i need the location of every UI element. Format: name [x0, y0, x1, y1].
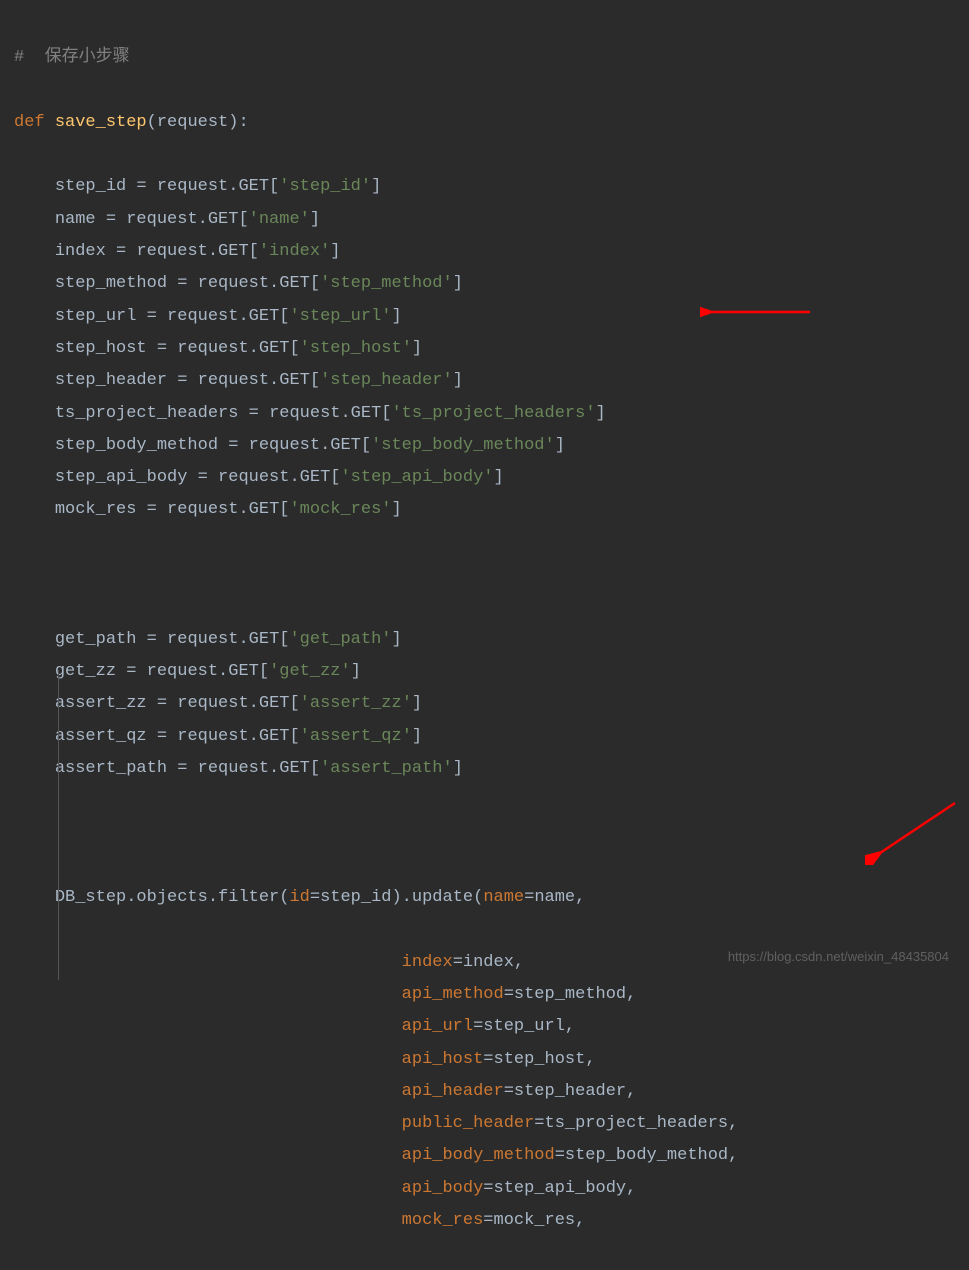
code-line-update-param: api_method=step_method,	[0, 979, 969, 1011]
code-line-update-param: mock_res=mock_res,	[0, 1205, 969, 1237]
code-editor[interactable]: # 保存小步骤 def save_step(request): step_id …	[0, 10, 969, 1270]
code-line-assignment: step_body_method = request.GET['step_bod…	[0, 430, 969, 462]
code-line-update-param: api_body_method=step_body_method,	[0, 1140, 969, 1172]
code-line-assignment: get_path = request.GET['get_path']	[0, 624, 969, 656]
code-line-assignment: assert_qz = request.GET['assert_qz']	[0, 721, 969, 753]
code-line-assignment: mock_res = request.GET['mock_res']	[0, 494, 969, 526]
code-line-assignment: index = request.GET['index']	[0, 236, 969, 268]
indent-guide	[58, 670, 59, 980]
code-line-assignment: ts_project_headers = request.GET['ts_pro…	[0, 398, 969, 430]
code-line-assignment: step_api_body = request.GET['step_api_bo…	[0, 462, 969, 494]
annotation-arrow-2	[865, 795, 965, 865]
code-line-comment: # 保存小步骤	[0, 42, 969, 74]
code-line-assignment: step_host = request.GET['step_host']	[0, 333, 969, 365]
code-line-blank	[0, 817, 969, 849]
code-line-assignment: get_zz = request.GET['get_zz']	[0, 656, 969, 688]
code-line-update-param: api_url=step_url,	[0, 1011, 969, 1043]
code-line-assignment: step_id = request.GET['step_id']	[0, 171, 969, 203]
watermark: https://blog.csdn.net/weixin_48435804	[728, 945, 949, 970]
code-line-assignment: step_method = request.GET['step_method']	[0, 268, 969, 300]
code-line-assignment: name = request.GET['name']	[0, 204, 969, 236]
code-line-assignment: assert_zz = request.GET['assert_zz']	[0, 688, 969, 720]
code-line-assignment: assert_path = request.GET['assert_path']	[0, 753, 969, 785]
code-line-blank	[0, 559, 969, 591]
code-line-update-param: api_header=step_header,	[0, 1076, 969, 1108]
code-line-update-param: public_header=ts_project_headers,	[0, 1108, 969, 1140]
code-line-def: def save_step(request):	[0, 107, 969, 139]
code-line-assignment: step_url = request.GET['step_url']	[0, 301, 969, 333]
code-line-update-param: api_body=step_api_body,	[0, 1173, 969, 1205]
annotation-arrow-1	[700, 302, 820, 322]
code-line-dbcall: DB_step.objects.filter(id=step_id).updat…	[0, 882, 969, 914]
code-line-update-param: api_host=step_host,	[0, 1044, 969, 1076]
code-line-assignment: step_header = request.GET['step_header']	[0, 365, 969, 397]
